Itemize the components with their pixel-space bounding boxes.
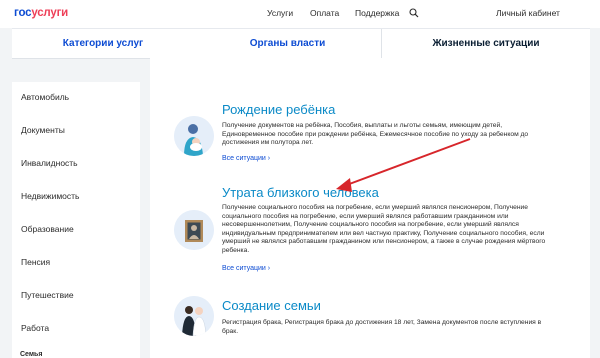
sidebar-item-travel[interactable]: Путешествие xyxy=(21,290,74,300)
category-tabs: Категории услуг Органы власти Жизненные … xyxy=(12,28,590,59)
section-title-birth[interactable]: Рождение ребёнка xyxy=(222,102,335,117)
tab-life-situations[interactable]: Жизненные ситуации xyxy=(382,29,590,59)
personal-cabinet-link[interactable]: Личный кабинет xyxy=(496,8,560,18)
sidebar-item-realty[interactable]: Недвижимость xyxy=(21,191,79,201)
section-title-loss[interactable]: Утрата близкого человека xyxy=(222,185,379,200)
gosuslugi-logo[interactable]: госуслуги xyxy=(14,7,68,19)
sidebar-item-auto[interactable]: Автомобиль xyxy=(21,92,69,102)
logo-text-uslugi: услуги xyxy=(31,7,69,19)
sidebar-item-family-cutoff[interactable]: Семья xyxy=(20,351,42,358)
mother-baby-icon xyxy=(174,116,214,156)
sidebar: Автомобиль Документы Инвалидность Недвиж… xyxy=(12,82,140,358)
search-icon[interactable] xyxy=(409,8,419,18)
sidebar-item-education[interactable]: Образование xyxy=(21,224,74,234)
nav-services[interactable]: Услуги xyxy=(267,8,293,18)
section-desc-birth: Получение документов на ребёнка, Пособия… xyxy=(222,122,529,147)
section-desc-loss: Получение социального пособия на погребе… xyxy=(222,204,546,254)
life-situations-list: Рождение ребёнка Получение документов на… xyxy=(150,58,590,358)
sidebar-item-work[interactable]: Работа xyxy=(21,323,49,333)
sidebar-item-pension[interactable]: Пенсия xyxy=(21,257,50,267)
tab-authorities[interactable]: Органы власти xyxy=(194,29,382,59)
nav-payment[interactable]: Оплата xyxy=(310,8,339,18)
logo-text-gos: гос xyxy=(14,7,32,19)
sidebar-item-documents[interactable]: Документы xyxy=(21,125,65,135)
all-situations-link-loss[interactable]: Все ситуации › xyxy=(222,265,270,272)
wedding-couple-icon xyxy=(174,296,214,336)
all-situations-link-birth[interactable]: Все ситуации › xyxy=(222,155,270,162)
top-header: госуслуги Услуги Оплата Поддержка Личный… xyxy=(0,0,600,28)
nav-support[interactable]: Поддержка xyxy=(355,8,399,18)
memorial-portrait-icon xyxy=(174,210,214,250)
tab-service-categories[interactable]: Категории услуг xyxy=(12,29,194,59)
section-title-family[interactable]: Создание семьи xyxy=(222,298,321,313)
section-desc-family: Регистрация брака, Регистрация брака до … xyxy=(222,319,542,335)
sidebar-item-disability[interactable]: Инвалидность xyxy=(21,158,78,168)
